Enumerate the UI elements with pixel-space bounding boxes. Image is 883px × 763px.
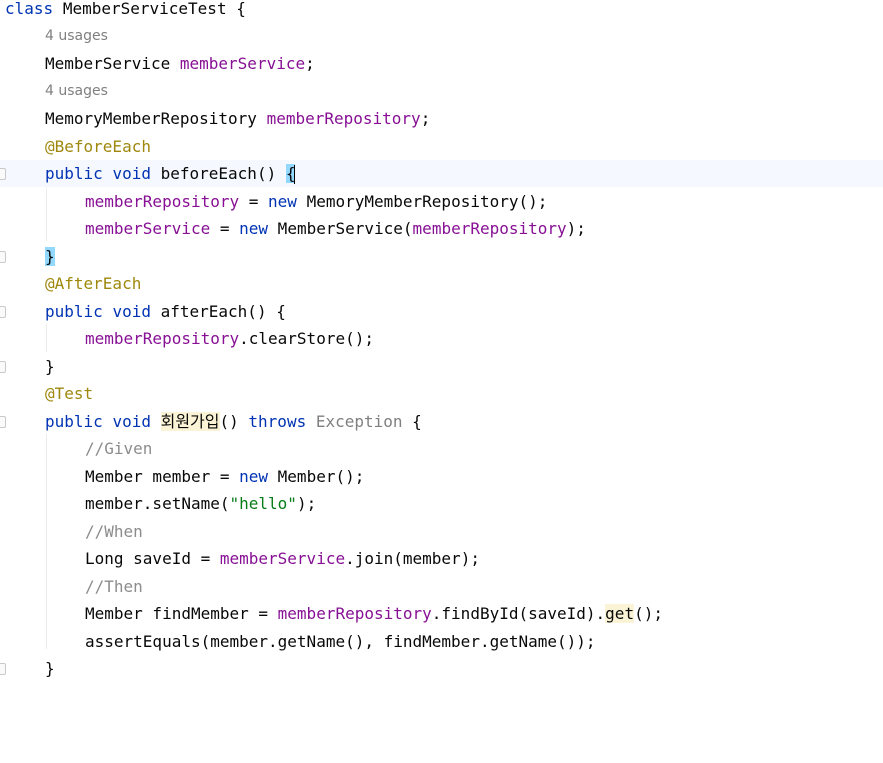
keyword-new: new [239,467,269,486]
field-type: MemberService [45,54,171,73]
close-brace: } [45,357,55,376]
code-line: 4 usages [0,78,883,105]
field-ref: memberService [85,219,211,238]
field-name: memberService [179,54,306,73]
code-line: //When [0,518,883,545]
close-brace: } [45,659,55,678]
expression-end: (); [634,604,663,623]
code-line: @BeforeEach [0,133,883,160]
highlighted-call: get [605,604,635,623]
field-type: MemoryMemberRepository [45,109,257,128]
current-line: public void beforeEach() { [0,160,883,187]
text-caret [294,165,296,184]
field-ref: memberService [219,549,346,568]
fold-marker-icon[interactable] [0,306,6,318]
fold-marker-icon[interactable] [0,663,6,675]
usage-hint[interactable]: 4 usages [45,23,108,50]
exception-type: Exception [315,412,403,431]
method-name: 회원가입 [160,412,220,431]
assert-statement: assertEquals(member.getName(), findMembe… [85,632,596,651]
constructor-call: MemberService( [268,219,413,238]
keyword-public: public [45,302,103,321]
code-line: member.setName("hello"); [0,490,883,517]
semicolon: ; [305,54,315,73]
declaration: Member member = [85,467,240,486]
method-name: afterEach() { [160,302,286,321]
code-line: class MemberServiceTest { [0,0,883,22]
code-line: } [0,655,883,682]
expression: MemoryMemberRepository(); [296,192,548,211]
fold-marker-icon[interactable] [0,416,6,428]
declaration: Member findMember = [85,604,278,623]
field-ref: memberRepository [85,329,240,348]
expression-end: ); [566,219,586,238]
keyword-void: void [112,164,151,183]
code-line: memberService = new MemberService(member… [0,215,883,242]
method-call: .join(member); [345,549,480,568]
fold-marker-icon[interactable] [0,168,6,180]
matched-brace: } [45,247,55,266]
code-line: public void 회원가입() throws Exception { [0,408,883,435]
comment-then: //Then [85,577,143,596]
open-brace: { [236,0,246,18]
code-line: MemberService memberService; [0,50,883,77]
keyword-public: public [45,164,103,183]
code-editor[interactable]: class MemberServiceTest { 4 usages Membe… [0,0,883,678]
keyword-class: class [5,0,54,18]
operator: = [210,219,240,238]
code-line: memberRepository.clearStore(); [0,325,883,352]
field-ref: memberRepository [85,192,240,211]
expression-end: ); [296,494,317,513]
fold-marker-icon[interactable] [0,251,6,263]
keyword-void: void [112,302,151,321]
code-line: memberRepository = new MemoryMemberRepos… [0,188,883,215]
operator: = [239,192,269,211]
code-line: Member findMember = memberRepository.fin… [0,600,883,627]
code-line: MemoryMemberRepository memberRepository; [0,105,883,132]
keyword-void: void [112,412,151,431]
code-line: assertEquals(member.getName(), findMembe… [0,628,883,655]
field-ref: memberRepository [277,604,432,623]
comment-given: //Given [85,439,153,458]
field-name: memberRepository [266,109,421,128]
keyword-public: public [45,412,103,431]
code-line: } [0,353,883,380]
code-line: Long saveId = memberService.join(member)… [0,545,883,572]
declaration: Long saveId = [85,549,220,568]
params: () [219,412,249,431]
expression: .clearStore(); [239,329,374,348]
code-line: //Given [0,435,883,462]
keyword-new: new [239,219,269,238]
annotation-after-each: @AfterEach [45,274,142,293]
semicolon: ; [420,109,431,128]
code-line: } [0,243,883,270]
keyword-throws: throws [248,412,307,431]
code-line: Member member = new Member(); [0,463,883,490]
fold-marker-icon[interactable] [0,361,6,373]
class-name: MemberServiceTest [62,0,227,18]
field-ref: memberRepository [412,219,567,238]
comment-when: //When [85,522,143,541]
code-line: 4 usages [0,23,883,50]
annotation-test: @Test [45,384,94,403]
code-line: public void afterEach() { [0,298,883,325]
code-line: //Then [0,573,883,600]
method-call: .findById(saveId). [431,604,606,623]
code-line: @Test [0,380,883,407]
expression: Member(); [268,467,365,486]
annotation-before-each: @BeforeEach [45,137,151,156]
string-literal: "hello" [229,494,297,513]
method-name: beforeEach() [160,164,277,183]
usage-hint[interactable]: 4 usages [45,78,108,105]
method-call: member.setName( [85,494,230,513]
keyword-new: new [268,192,297,211]
code-line: @AfterEach [0,270,883,297]
open-brace: { [402,412,422,431]
